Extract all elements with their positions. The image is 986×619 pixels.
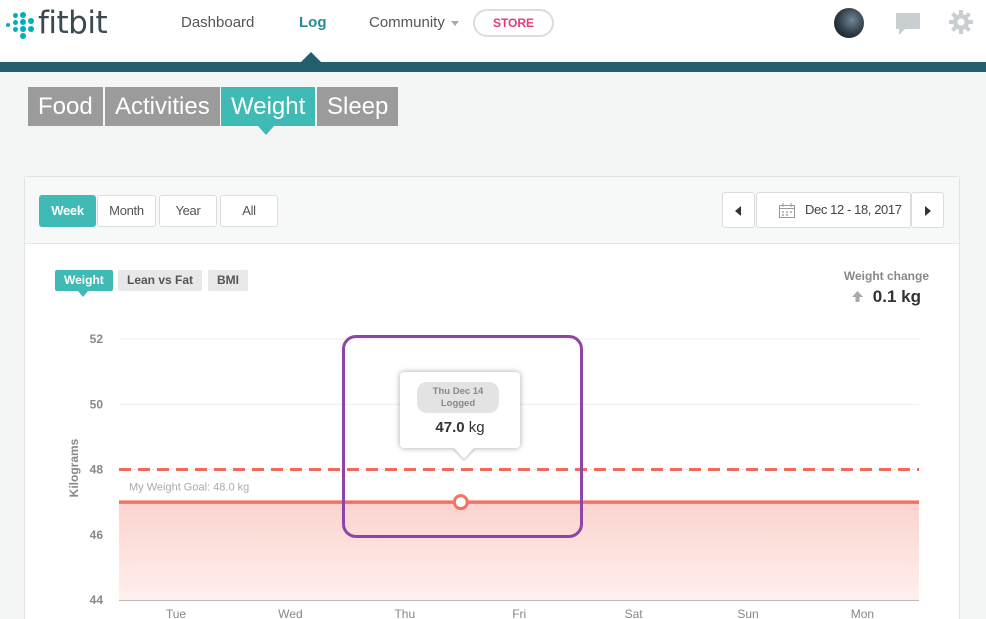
range-year-button[interactable]: Year [159, 195, 217, 227]
subtab-lean-vs-fat[interactable]: Lean vs Fat [118, 270, 203, 291]
nav-dashboard[interactable]: Dashboard [181, 14, 254, 31]
arrow-up-icon [852, 291, 863, 302]
active-tab-indicator [258, 126, 274, 135]
range-toolbar: Week Month Year All Dec 12 - 18, 2017 [25, 177, 959, 244]
chevron-left-icon [735, 206, 741, 216]
active-subtab-indicator [78, 291, 88, 297]
nav-log[interactable]: Log [299, 14, 327, 31]
prev-range-button[interactable] [722, 192, 755, 228]
store-button[interactable]: STORE [473, 9, 554, 37]
date-range-label: Dec 12 - 18, 2017 [805, 202, 902, 217]
next-range-button[interactable] [911, 192, 944, 228]
nav-community[interactable]: Community [369, 14, 459, 31]
tab-food[interactable]: Food [28, 87, 103, 126]
range-week-button[interactable]: Week [39, 195, 96, 227]
highlight-box [342, 335, 583, 538]
logo-text: fitbit [38, 5, 108, 41]
range-all-button[interactable]: All [220, 195, 278, 227]
weight-change-label: Weight change [843, 269, 929, 283]
nav-divider [0, 62, 986, 72]
top-nav: fitbit Dashboard Log Community STORE [0, 0, 986, 62]
chevron-right-icon [925, 206, 931, 216]
tab-weight[interactable]: Weight [221, 87, 316, 126]
date-range-picker[interactable]: Dec 12 - 18, 2017 [756, 192, 911, 228]
subtab-weight[interactable]: Weight [55, 270, 113, 291]
avatar[interactable] [834, 8, 864, 38]
calendar-icon [779, 203, 795, 218]
active-nav-indicator [300, 52, 322, 63]
chevron-down-icon [450, 20, 459, 26]
weight-change-value: 0.1 kg [872, 287, 921, 306]
subtab-bmi[interactable]: BMI [208, 270, 248, 291]
chat-icon[interactable] [895, 12, 921, 36]
tab-activities[interactable]: Activities [105, 87, 220, 126]
range-month-button[interactable]: Month [97, 195, 156, 227]
tab-sleep[interactable]: Sleep [317, 87, 399, 126]
fitbit-dots-icon [0, 6, 34, 40]
fitbit-logo[interactable]: fitbit [0, 5, 108, 41]
nav-community-label: Community [369, 14, 445, 31]
gear-icon[interactable] [949, 10, 973, 34]
